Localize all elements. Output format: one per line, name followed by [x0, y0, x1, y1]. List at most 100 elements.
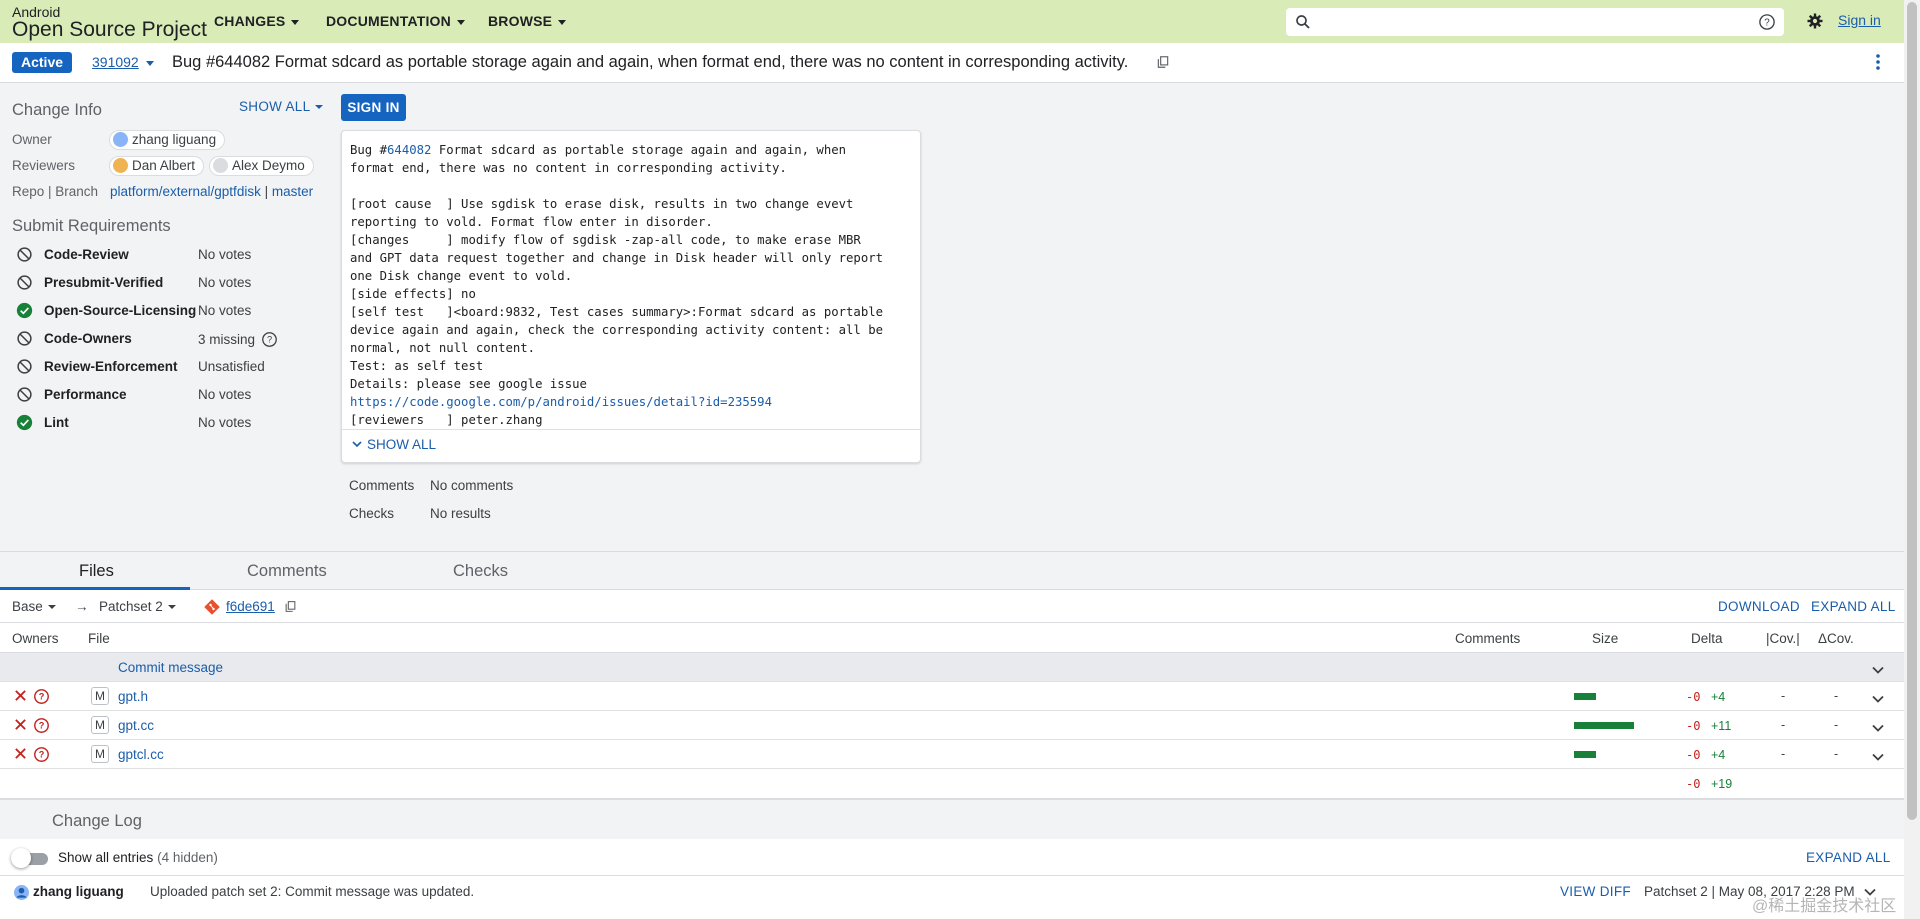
commit-sha-link[interactable]: f6de691	[226, 599, 275, 614]
requirement-value-text: No votes	[198, 303, 252, 318]
requirement-row[interactable]: Review-Enforcement Unsatisfied	[16, 356, 326, 378]
change-number-link[interactable]: 391092	[92, 54, 139, 70]
requirement-name: Lint	[44, 415, 69, 430]
close-icon[interactable]	[14, 689, 27, 705]
file-row[interactable]: ? Mgpt.h -0 +4 - -	[0, 682, 1904, 711]
search-input[interactable]	[1320, 12, 1740, 32]
lines-removed: -0	[1686, 690, 1701, 704]
chevron-down-icon[interactable]	[146, 61, 154, 66]
search-icon	[1294, 13, 1312, 34]
commit-message-card: Bug #644082 Format sdcard as portable st…	[341, 130, 921, 463]
chevron-down-icon[interactable]	[1872, 748, 1884, 764]
file-row[interactable]: ? Mgptcl.cc -0 +4 - -	[0, 740, 1904, 769]
col-coverage: |Cov.|	[1766, 631, 1800, 646]
commit-message-row[interactable]: Commit message	[0, 653, 1904, 682]
comments-value: No comments	[430, 478, 514, 493]
nav-browse-menu[interactable]: BROWSE	[488, 13, 567, 29]
check-circle-icon	[16, 414, 33, 434]
help-icon[interactable]: ?	[33, 717, 50, 737]
commit-msg-tail: [reviewers ] peter.zhang	[350, 413, 543, 427]
total-added: +19	[1711, 777, 1733, 791]
expand-all-files-button[interactable]: EXPAND ALL	[1811, 599, 1896, 614]
show-all-label: SHOW ALL	[239, 99, 311, 114]
copy-icon[interactable]	[1156, 55, 1170, 72]
lines-added: +11	[1711, 719, 1732, 733]
top-header: Android Open Source Project CHANGES DOCU…	[0, 0, 1904, 43]
repo-link[interactable]: platform/external/gptfdisk	[110, 184, 261, 199]
branch-link[interactable]: master	[272, 184, 313, 199]
sign-in-button[interactable]: SIGN IN	[341, 94, 406, 121]
file-table-header: Owners File Comments Size Delta |Cov.| Δ…	[0, 623, 1904, 653]
svg-text:?: ?	[39, 721, 45, 731]
requirement-value: No votes	[198, 387, 251, 402]
tab-comments[interactable]: Comments	[247, 562, 327, 581]
bug-link[interactable]: 644082	[387, 143, 431, 157]
tab-checks[interactable]: Checks	[453, 562, 508, 581]
close-icon[interactable]	[14, 747, 27, 763]
checks-value: No results	[430, 506, 491, 521]
help-icon[interactable]: ?	[255, 332, 278, 347]
chevron-down-icon[interactable]	[1872, 690, 1884, 706]
avatar-icon	[213, 158, 228, 173]
show-all-button[interactable]: SHOW ALL	[239, 99, 324, 114]
patchset-select[interactable]: Patchset 2	[99, 599, 176, 614]
chevron-down-icon[interactable]	[1872, 719, 1884, 735]
requirement-row[interactable]: Presubmit-Verified No votes	[16, 272, 326, 294]
chevron-down-icon	[558, 19, 567, 25]
toggle-label: Show all entries (4 hidden)	[58, 850, 218, 865]
change-info-title: Change Info	[12, 101, 102, 119]
coverage-value: -	[1781, 689, 1786, 703]
help-icon[interactable]: ?	[33, 688, 50, 708]
more-vert-icon[interactable]	[1870, 53, 1886, 74]
sign-in-link[interactable]: Sign in	[1838, 12, 1881, 28]
col-size: Size	[1592, 631, 1619, 646]
close-icon[interactable]	[14, 718, 27, 734]
col-delta: Delta	[1691, 631, 1723, 646]
repo-branch: platform/external/gptfdisk | master	[110, 184, 313, 199]
view-diff-button[interactable]: VIEW DIFF	[1560, 884, 1631, 899]
chevron-down-icon[interactable]	[1872, 661, 1884, 677]
search-box: ?	[1286, 8, 1784, 36]
block-icon	[16, 330, 33, 350]
issue-url-link[interactable]: https://code.google.com/p/android/issues…	[350, 395, 772, 409]
change-header: Active 391092 Bug #644082 Format sdcard …	[0, 43, 1904, 83]
file-name-link[interactable]: gpt.cc	[118, 718, 154, 733]
commit-message-link[interactable]: Commit message	[118, 660, 223, 675]
scrollbar-thumb[interactable]	[1907, 2, 1917, 820]
nav-changes-menu[interactable]: CHANGES	[214, 13, 300, 29]
base-select[interactable]: Base	[12, 599, 56, 614]
file-name-link[interactable]: gpt.h	[118, 689, 148, 704]
commit-show-all-button[interactable]: SHOW ALL	[352, 437, 436, 452]
requirement-row[interactable]: Code-Owners 3 missing?	[16, 328, 326, 350]
size-bar	[1574, 722, 1634, 729]
nav-documentation-menu[interactable]: DOCUMENTATION	[326, 13, 465, 29]
change-log-toolbar: Show all entries (4 hidden) EXPAND ALL	[0, 839, 1904, 876]
requirement-row[interactable]: Code-Review No votes	[16, 244, 326, 266]
chevron-down-icon	[352, 441, 362, 448]
owner-chip[interactable]: zhang liguang	[109, 130, 226, 150]
entry-message: Uploaded patch set 2: Commit message was…	[150, 884, 475, 899]
commit-message-text: Bug #644082 Format sdcard as portable st…	[350, 141, 916, 429]
requirement-row[interactable]: Performance No votes	[16, 384, 326, 406]
help-icon[interactable]: ?	[1758, 13, 1776, 34]
requirement-row[interactable]: Lint No votes	[16, 412, 326, 434]
reviewer-chip[interactable]: Dan Albert	[109, 156, 205, 176]
download-button[interactable]: DOWNLOAD	[1718, 599, 1800, 614]
coverage-value: -	[1781, 747, 1786, 761]
file-row[interactable]: ? Mgpt.cc -0 +11 - -	[0, 711, 1904, 740]
reviewer-chip[interactable]: Alex Deymo	[209, 156, 314, 176]
tab-files[interactable]: Files	[79, 562, 114, 581]
avatar-icon	[113, 158, 128, 173]
toggle-knob[interactable]	[11, 848, 31, 868]
expand-all-log-button[interactable]: EXPAND ALL	[1806, 850, 1891, 865]
change-log-entry[interactable]: zhang liguang Uploaded patch set 2: Comm…	[0, 876, 1904, 919]
file-name-link[interactable]: gptcl.cc	[118, 747, 164, 762]
copy-icon[interactable]	[284, 600, 297, 616]
divider	[342, 429, 920, 430]
help-icon[interactable]: ?	[33, 746, 50, 766]
requirement-row[interactable]: Open-Source-Licensing No votes	[16, 300, 326, 322]
svg-text:?: ?	[39, 692, 45, 702]
size-bar	[1574, 751, 1596, 758]
brand-title[interactable]: Open Source Project	[12, 18, 207, 42]
gear-icon[interactable]	[1806, 12, 1824, 33]
